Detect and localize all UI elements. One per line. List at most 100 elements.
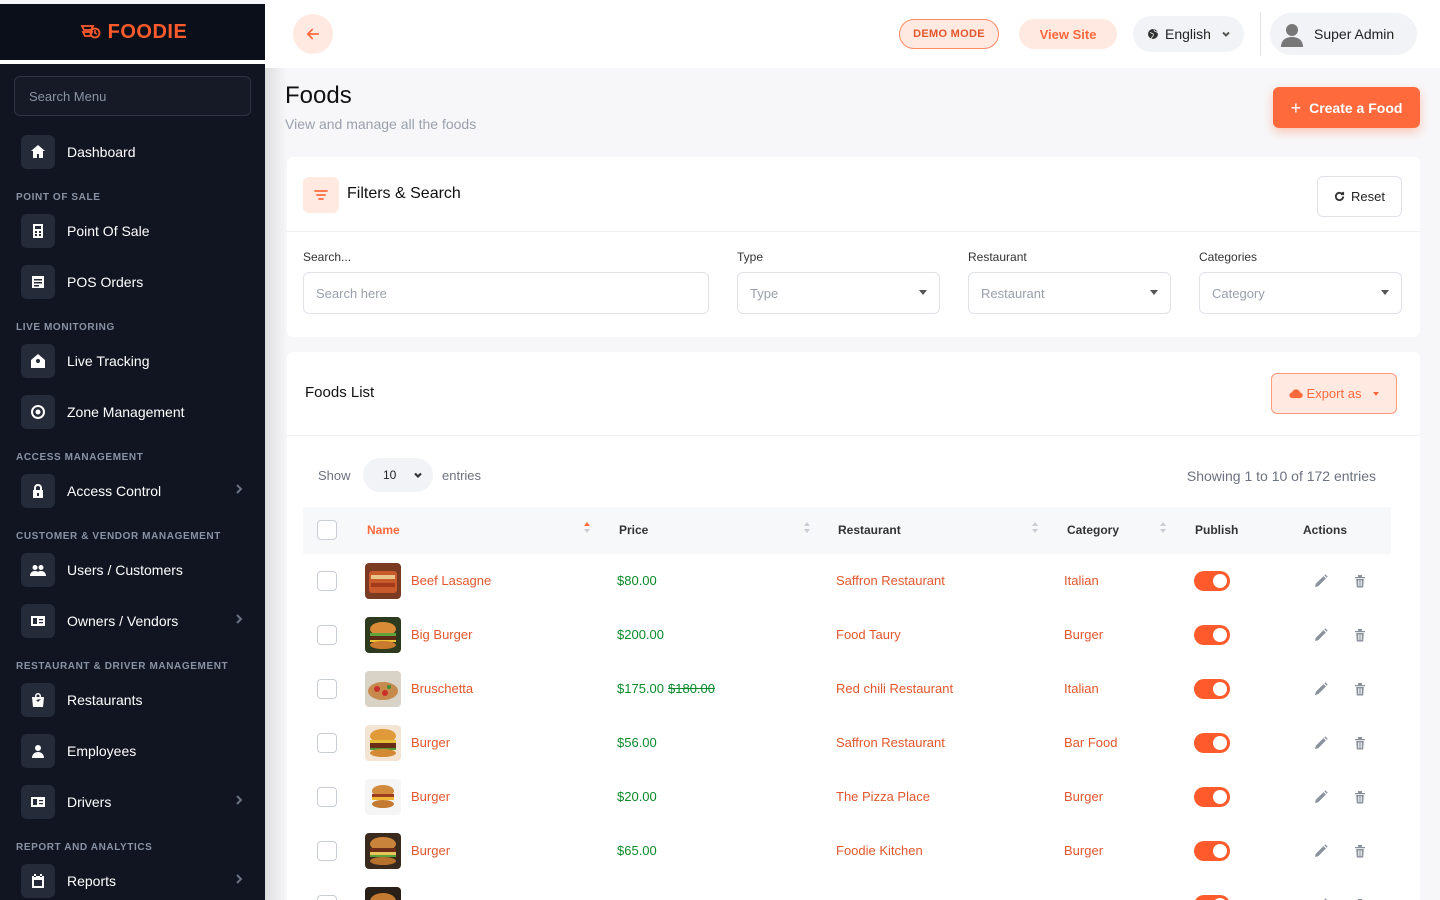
sidebar-item-owners-vendors[interactable]: Owners / Vendors (0, 595, 265, 646)
restaurant-link[interactable]: Saffron Restaurant (836, 573, 945, 588)
entries-per-page-select[interactable]: 10 (363, 458, 433, 492)
sidebar-item-reports[interactable]: Reports (0, 855, 265, 900)
sidebar-item-drivers[interactable]: Drivers (0, 776, 265, 827)
brand-logo[interactable]: FOODIE (0, 4, 265, 64)
food-name-link[interactable]: Big Burger (411, 627, 472, 642)
edit-icon[interactable] (1314, 682, 1328, 696)
restaurant-link[interactable]: Food Taury (836, 627, 901, 642)
category-link[interactable]: Burger (1064, 789, 1103, 804)
sidebar-search-input[interactable]: Search Menu (14, 76, 251, 116)
row-checkbox[interactable] (317, 733, 337, 753)
language-selector[interactable]: English (1133, 16, 1244, 52)
trash-icon[interactable] (1353, 736, 1367, 750)
food-name-link[interactable]: Burger (411, 735, 450, 750)
sort-price-icon[interactable] (804, 522, 812, 536)
row-checkbox[interactable] (317, 571, 337, 591)
row-checkbox[interactable] (317, 787, 337, 807)
edit-icon[interactable] (1314, 628, 1328, 642)
sidebar-item-point-of-sale[interactable]: Point Of Sale (0, 205, 265, 256)
sidebar-item-dashboard[interactable]: Dashboard (0, 126, 265, 177)
publish-toggle[interactable] (1194, 787, 1230, 807)
type-select-value: Type (750, 285, 779, 301)
restaurant-label: Restaurant (968, 250, 1027, 264)
sidebar-item-users-customers[interactable]: Users / Customers (0, 544, 265, 595)
edit-icon[interactable] (1314, 736, 1328, 750)
edit-icon[interactable] (1314, 844, 1328, 858)
plus-icon: + (1290, 97, 1302, 118)
restaurant-link[interactable]: Red chili Restaurant (836, 681, 953, 696)
food-price: $200.00 (617, 627, 664, 642)
sidebar-section-label: CUSTOMER & VENDOR MANAGEMENT (16, 531, 221, 542)
publish-toggle[interactable] (1194, 571, 1230, 591)
publish-toggle[interactable] (1194, 625, 1230, 645)
filter-icon (303, 177, 339, 213)
sidebar-item-zone-management[interactable]: Zone Management (0, 386, 265, 437)
sidebar-item-restaurants[interactable]: Restaurants (0, 674, 265, 725)
category-link[interactable]: Burger (1064, 627, 1103, 642)
sort-category-icon[interactable] (1160, 522, 1168, 536)
edit-icon[interactable] (1314, 790, 1328, 804)
sidebar-item-label: Dashboard (67, 143, 136, 160)
export-label: Export as (1306, 386, 1362, 401)
food-thumbnail (365, 725, 401, 761)
trash-icon[interactable] (1353, 628, 1367, 642)
row-checkbox[interactable] (317, 841, 337, 861)
type-select[interactable]: Type (737, 272, 940, 314)
trash-icon[interactable] (1353, 574, 1367, 588)
food-name-link[interactable]: Bruschetta (411, 681, 473, 696)
row-checkbox[interactable] (317, 895, 337, 900)
home-icon (21, 134, 55, 169)
view-site-button[interactable]: View Site (1019, 19, 1117, 49)
entries-value: 10 (383, 468, 397, 482)
category-link[interactable]: Burger (1064, 843, 1103, 858)
chevron-right-icon (233, 612, 245, 626)
edit-icon[interactable] (1314, 574, 1328, 588)
sidebar-item-access-control[interactable]: Access Control (0, 465, 265, 516)
search-input[interactable]: Search here (303, 272, 709, 314)
category-link[interactable]: Italian (1064, 681, 1099, 696)
top-bar: DEMO MODE View Site English Super Admin (265, 0, 1440, 68)
column-price[interactable]: Price (619, 523, 648, 537)
column-restaurant[interactable]: Restaurant (838, 523, 901, 537)
category-link[interactable]: Italian (1064, 573, 1099, 588)
reset-button[interactable]: Reset (1317, 176, 1402, 217)
column-category[interactable]: Category (1067, 523, 1119, 537)
publish-toggle[interactable] (1194, 733, 1230, 753)
food-name-link[interactable]: Burger (411, 789, 450, 804)
category-select[interactable]: Category (1199, 272, 1402, 314)
column-name[interactable]: Name (367, 523, 400, 537)
sidebar-item-label: Access Control (67, 482, 162, 499)
publish-toggle[interactable] (1194, 679, 1230, 699)
column-publish: Publish (1195, 523, 1239, 537)
create-food-button[interactable]: + Create a Food (1273, 87, 1420, 128)
sidebar-item-employees[interactable]: Employees (0, 725, 265, 776)
restaurant-link[interactable]: The Pizza Place (836, 789, 930, 804)
back-button[interactable] (293, 14, 333, 54)
restaurant-select[interactable]: Restaurant (968, 272, 1171, 314)
food-name-link[interactable]: Burger (411, 843, 450, 858)
restaurant-link[interactable]: Foodie Kitchen (836, 843, 923, 858)
food-name-link[interactable]: Beef Lasagne (411, 573, 491, 588)
category-link[interactable]: Bar Food (1064, 735, 1117, 750)
demo-mode-badge: DEMO MODE (899, 19, 999, 49)
trash-icon[interactable] (1353, 682, 1367, 696)
sidebar-section-label: ACCESS MANAGEMENT (16, 452, 144, 463)
trash-icon[interactable] (1353, 790, 1367, 804)
row-checkbox[interactable] (317, 679, 337, 699)
restaurant-link[interactable]: Saffron Restaurant (836, 735, 945, 750)
chevron-right-icon (233, 793, 245, 807)
trash-icon[interactable] (1353, 844, 1367, 858)
sort-restaurant-icon[interactable] (1032, 522, 1040, 536)
sort-name-icon[interactable] (584, 522, 592, 536)
lock-icon (21, 473, 55, 508)
publish-toggle[interactable] (1194, 895, 1230, 900)
sidebar-item-pos-orders[interactable]: POS Orders (0, 256, 265, 307)
row-checkbox[interactable] (317, 625, 337, 645)
foods-table: Name Price Restaurant Category Publish A… (303, 507, 1391, 900)
filters-header: Filters & Search Reset (287, 157, 1420, 232)
sidebar-item-live-tracking[interactable]: Live Tracking (0, 335, 265, 386)
select-all-checkbox[interactable] (317, 520, 337, 540)
export-button[interactable]: Export as (1271, 373, 1397, 414)
publish-toggle[interactable] (1194, 841, 1230, 861)
user-profile-button[interactable]: Super Admin (1270, 13, 1417, 55)
